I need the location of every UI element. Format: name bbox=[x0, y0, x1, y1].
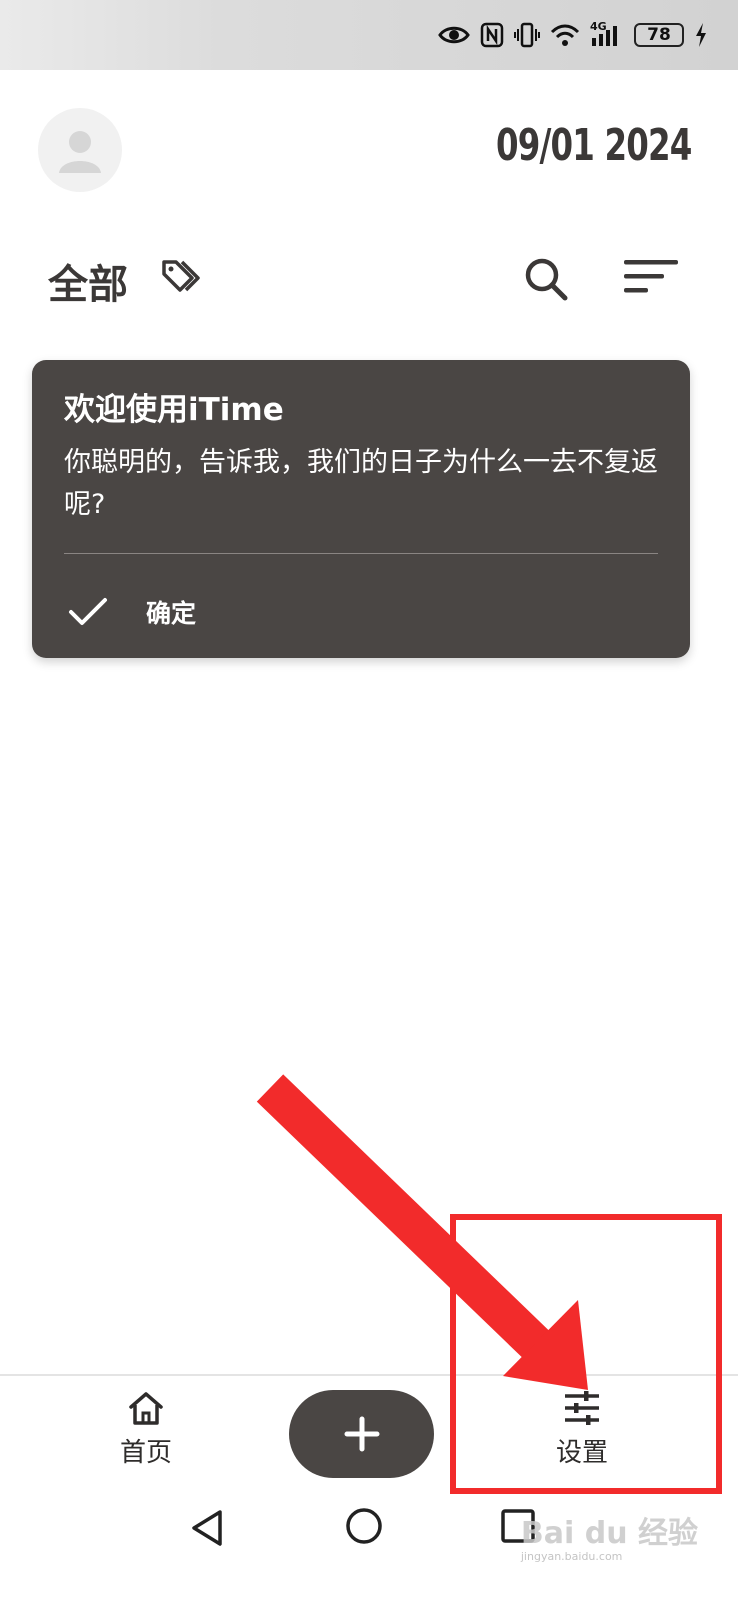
nav-home[interactable]: 首页 bbox=[96, 1390, 196, 1480]
sort-icon[interactable] bbox=[622, 258, 680, 298]
add-button[interactable] bbox=[289, 1390, 434, 1478]
tag-icon[interactable] bbox=[160, 256, 206, 296]
status-bar: 4G 78 bbox=[0, 0, 738, 70]
confirm-button[interactable]: 确定 bbox=[68, 586, 196, 638]
current-date: 09/01 2024 bbox=[496, 120, 692, 171]
watermark-url: jingyan.baidu.com bbox=[520, 1550, 623, 1563]
welcome-card: 欢迎使用iTime 你聪明的，告诉我，我们的日子为什么一去不复返呢? 确定 bbox=[32, 360, 690, 658]
battery-level: 78 bbox=[647, 25, 671, 45]
confirm-label: 确定 bbox=[146, 599, 197, 628]
nav-home-label: 首页 bbox=[119, 1438, 172, 1468]
home-icon bbox=[129, 1392, 163, 1425]
annotation-overlay bbox=[256, 1074, 722, 1494]
nav-settings[interactable]: 设置 bbox=[532, 1390, 632, 1480]
nav-divider bbox=[0, 1374, 738, 1376]
avatar-icon bbox=[59, 131, 101, 173]
annotation-arrow bbox=[256, 1074, 588, 1390]
avatar[interactable] bbox=[38, 108, 122, 192]
filter-title[interactable]: 全部 bbox=[48, 252, 128, 310]
charging-icon bbox=[696, 23, 706, 47]
nav-settings-label: 设置 bbox=[555, 1438, 608, 1468]
watermark: Bai du 经验 jingyan.baidu.com bbox=[521, 1508, 698, 1563]
welcome-card-title: 欢迎使用iTime bbox=[64, 392, 284, 428]
circle-home-icon[interactable] bbox=[344, 1506, 384, 1546]
wifi-icon bbox=[550, 24, 580, 46]
back-icon[interactable] bbox=[190, 1508, 224, 1548]
card-divider bbox=[64, 553, 658, 554]
welcome-card-body: 你聪明的，告诉我，我们的日子为什么一去不复返呢? bbox=[64, 447, 658, 520]
plus-icon bbox=[344, 1416, 379, 1452]
nfc-icon bbox=[480, 22, 504, 48]
vibrate-icon bbox=[514, 22, 540, 48]
check-icon bbox=[69, 598, 107, 625]
battery-indicator: 78 bbox=[634, 23, 684, 47]
watermark-brand: Bai du 经验 bbox=[520, 1516, 698, 1551]
search-icon[interactable] bbox=[522, 256, 570, 302]
eye-icon bbox=[438, 26, 470, 44]
status-icons: 4G 78 bbox=[438, 14, 708, 56]
settings-sliders-icon bbox=[565, 1391, 599, 1425]
signal-icon: 4G bbox=[590, 20, 624, 48]
